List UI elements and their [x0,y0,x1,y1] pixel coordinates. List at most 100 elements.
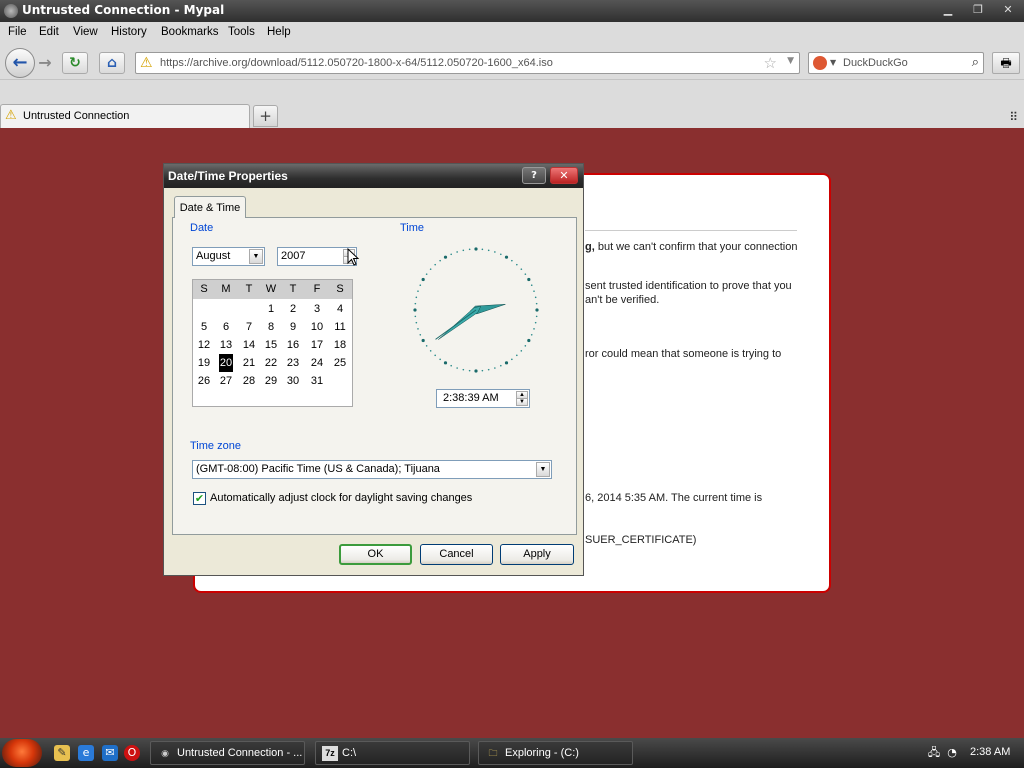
year-spinner[interactable]: 2007 ▲ ▼ [277,247,357,266]
home-button[interactable]: ⌂ [99,52,125,74]
calendar-day[interactable]: 13 [215,336,237,354]
calendar-day[interactable]: 12 [193,336,215,354]
dialog-close-button[interactable]: ✕ [550,167,578,184]
calendar-day[interactable]: 30 [282,372,304,390]
clock-hour-mark [413,308,417,312]
menu-view[interactable]: View [73,26,98,38]
clock-minute-mark [487,249,490,252]
calendar-day[interactable]: 25 [329,354,351,372]
calendar-day-selected[interactable]: 20 [219,354,233,372]
month-select[interactable]: August ▼ [192,247,265,266]
close-window-button[interactable]: ✕ [998,2,1018,18]
show-desktop-icon[interactable]: ✎ [54,745,70,761]
time-group-label: Time [400,222,425,234]
search-engine-dropdown-icon[interactable]: ▼ [830,58,836,67]
calendar-day[interactable]: 3 [306,300,328,318]
menu-bookmarks[interactable]: Bookmarks [161,26,219,38]
calendar-day[interactable]: 9 [282,318,304,336]
help-button[interactable]: ? [522,167,546,184]
calendar-day[interactable]: 10 [306,318,328,336]
mail-icon[interactable]: ✉ [102,745,118,761]
apply-button[interactable]: Apply [500,544,574,565]
calendar-day[interactable]: 16 [282,336,304,354]
calendar-day[interactable]: 18 [329,336,351,354]
calendar-day[interactable]: 21 [238,354,260,372]
duckduckgo-icon[interactable] [813,56,827,70]
clock-minute-mark [415,296,418,299]
calendar-day[interactable]: 29 [260,372,282,390]
menu-help[interactable]: Help [267,26,291,38]
print-button[interactable]: 🖶 [992,52,1020,74]
month-calendar[interactable]: S M T W T F S 1 2 3 4 5 6 7 8 9 10 11 12 13 14 15 16 17 1… [192,279,353,407]
menu-tools[interactable]: Tools [228,26,255,38]
task-7zip[interactable]: 7z C:\ [315,741,470,765]
clock-minute-mark [530,284,533,286]
menu-edit[interactable]: Edit [39,26,59,38]
clock-minute-mark [429,268,432,270]
task-browser[interactable]: ◉ Untrusted Connection - ... [150,741,305,765]
menu-history[interactable]: History [111,26,147,38]
forward-button[interactable]: → [35,53,55,73]
menu-file[interactable]: File [8,26,27,38]
clock-minute-mark [462,249,465,252]
search-icon[interactable]: ⌕ [972,55,979,70]
search-bar[interactable]: ▼ DuckDuckGo ⌕ [808,52,984,74]
clock-minute-mark [450,253,452,256]
weekday-sun: S [200,283,208,295]
calendar-day[interactable]: 28 [238,372,260,390]
clock-minute-mark [414,315,417,318]
internet-explorer-icon[interactable]: e [78,745,94,761]
reload-button[interactable]: ↻ [62,52,88,74]
back-button[interactable]: ← [5,48,35,78]
calendar-day[interactable]: 15 [260,336,282,354]
calendar-day[interactable]: 11 [329,318,351,336]
calendar-day[interactable]: 4 [329,300,351,318]
calendar-day[interactable]: 27 [215,372,237,390]
network-icon[interactable]: 🖧 [926,745,942,761]
calendar-day[interactable]: 8 [260,318,282,336]
divider [585,230,797,231]
bookmark-star-icon[interactable]: ☆ [764,54,777,72]
calendar-day[interactable]: 24 [306,354,328,372]
time-value: 2:38:39 AM [443,392,499,404]
calendar-day[interactable]: 1 [260,300,282,318]
calendar-day[interactable]: 22 [260,354,282,372]
chevron-down-icon[interactable]: ▼ [249,249,263,264]
url-dropdown-icon[interactable]: ▼ [787,56,794,66]
start-button[interactable] [2,739,42,767]
calendar-day[interactable]: 6 [215,318,237,336]
timezone-select[interactable]: (GMT-08:00) Pacific Time (US & Canada); … [192,460,552,479]
restore-button[interactable]: ❐ [968,2,988,18]
minimize-button[interactable]: ▁ [938,2,958,18]
calendar-day[interactable]: 14 [238,336,260,354]
ok-button[interactable]: OK [339,544,412,565]
url-bar[interactable]: ⚠ https://archive.org/download/5112.0507… [135,52,800,74]
calendar-day[interactable]: 31 [306,372,328,390]
new-tab-button[interactable]: + [253,105,278,127]
tab-untrusted-connection[interactable]: ⚠ Untrusted Connection [0,104,250,128]
calendar-day[interactable]: 17 [306,336,328,354]
calendar-day[interactable]: 7 [238,318,260,336]
time-field[interactable]: 2:38:39 AM ▲ ▼ [436,389,530,408]
opera-icon[interactable]: O [124,745,140,761]
calendar-day[interactable]: 26 [193,372,215,390]
spin-down-icon[interactable]: ▼ [516,398,528,406]
tab-list-icon[interactable]: ⠿ [1009,110,1018,124]
calendar-day[interactable]: 23 [282,354,304,372]
clock-minute-mark [481,248,484,251]
dst-checkbox[interactable]: ✔ [193,492,206,505]
clock-minute-mark [535,302,538,305]
volume-icon[interactable]: ◔ [944,745,960,761]
calendar-day[interactable]: 2 [282,300,304,318]
task-explorer[interactable]: 🗀 Exploring - (C:) [478,741,633,765]
taskbar-clock[interactable]: 2:38 AM [970,746,1010,758]
chevron-down-icon[interactable]: ▼ [536,462,550,477]
task-label: Exploring - (C:) [505,747,579,759]
tab-date-time[interactable]: Date & Time [174,196,246,218]
clock-minute-mark [456,251,458,253]
tab-label: Untrusted Connection [23,110,130,122]
cancel-button[interactable]: Cancel [420,544,493,565]
clock-hour-mark [443,255,448,259]
calendar-day[interactable]: 19 [193,354,215,372]
calendar-day[interactable]: 5 [193,318,215,336]
